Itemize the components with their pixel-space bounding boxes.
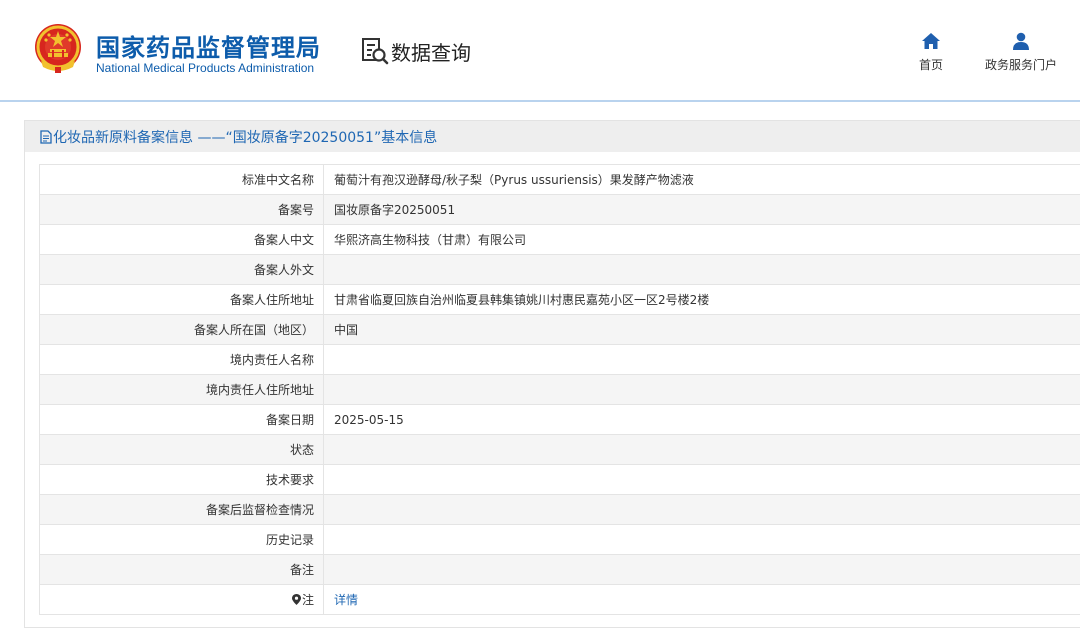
data-search-icon (362, 38, 389, 65)
note-value-cell: 详情 (323, 584, 1080, 615)
table-row: 境内责任人名称 (39, 344, 1080, 375)
row-value: 2025-05-15 (323, 404, 1080, 435)
national-emblem-icon (35, 24, 81, 73)
home-icon (922, 33, 940, 49)
document-icon (40, 130, 52, 144)
table-row: 备案人住所地址 甘肃省临夏回族自治州临夏县韩集镇姚川村惠民嘉苑小区一区2号楼2楼 (39, 284, 1080, 315)
nav-home-label: 首页 (918, 58, 943, 72)
site-header: 国家药品监督管理局 National Medical Products Admi… (0, 0, 1080, 102)
note-row: 注 详情 (39, 584, 1080, 615)
data-query-heading: 数据查询 (361, 36, 471, 66)
row-value: 华熙济高生物科技（甘肃）有限公司 (323, 224, 1080, 255)
user-icon (1013, 32, 1029, 50)
row-value: 葡萄汁有孢汉逊酵母/秋子梨（Pyrus ussuriensis）果发酵产物滤液 (323, 164, 1080, 195)
row-value (323, 374, 1080, 405)
row-value: 甘肃省临夏回族自治州临夏县韩集镇姚川村惠民嘉苑小区一区2号楼2楼 (323, 284, 1080, 315)
nav-portal-label: 政务服务门户 (984, 58, 1057, 72)
row-value: 国妆原备字20250051 (323, 194, 1080, 225)
table-row: 备案人所在国（地区） 中国 (39, 314, 1080, 345)
row-label: 标准中文名称 (39, 164, 324, 195)
nav-home[interactable]: 首页 (911, 32, 951, 73)
note-label-cell: 注 (39, 584, 324, 615)
agency-name-cn: 国家药品监督管理局 (96, 34, 321, 62)
agency-name-en: National Medical Products Administration (96, 61, 315, 75)
table-row: 备案人中文 华熙济高生物科技（甘肃）有限公司 (39, 224, 1080, 255)
row-value (323, 524, 1080, 555)
record-info-panel: 化妆品新原料备案信息 ——“国妆原备字20250051”基本信息 标准中文名称葡… (24, 120, 1080, 628)
row-label: 备案人住所地址 (39, 284, 324, 315)
panel-header: 化妆品新原料备案信息 ——“国妆原备字20250051”基本信息 (25, 121, 1080, 152)
data-query-title: 数据查询 (391, 40, 471, 65)
row-label: 备案后监督检查情况 (39, 494, 324, 525)
details-link[interactable]: 详情 (334, 593, 358, 607)
row-label: 境内责任人名称 (39, 344, 324, 375)
table-row: 备案人外文 (39, 254, 1080, 285)
row-label: 备案号 (39, 194, 324, 225)
table-row: 境内责任人住所地址 (39, 374, 1080, 405)
row-value (323, 254, 1080, 285)
row-value (323, 434, 1080, 465)
row-label: 备案人所在国（地区） (39, 314, 324, 345)
table-row: 状态 (39, 434, 1080, 465)
row-label: 历史记录 (39, 524, 324, 555)
record-info-table: 标准中文名称 葡萄汁有孢汉逊酵母/秋子梨（Pyrus ussuriensis）果发… (39, 164, 1080, 615)
panel-title-text: 化妆品新原料备案信息 ——“国妆原备字20250051”基本信息 (53, 130, 438, 146)
note-label: 注 (301, 593, 314, 607)
nav-gov-service-portal[interactable]: 政务服务门户 (978, 32, 1064, 73)
row-label: 备案人外文 (39, 254, 324, 285)
row-value (323, 494, 1080, 525)
row-value (323, 344, 1080, 375)
row-label: 状态 (39, 434, 324, 465)
table-row: 技术要求 (39, 464, 1080, 495)
table-row: 备案日期 2025-05-15 (39, 404, 1080, 435)
row-label: 技术要求 (39, 464, 324, 495)
table-row: 备案后监督检查情况 (39, 494, 1080, 525)
row-label: 备案日期 (39, 404, 324, 435)
panel-title: 化妆品新原料备案信息 ——“国妆原备字20250051”基本信息 (40, 127, 437, 147)
row-label: 境内责任人住所地址 (39, 374, 324, 405)
table-row: 标准中文名称 葡萄汁有孢汉逊酵母/秋子梨（Pyrus ussuriensis）果发… (39, 164, 1080, 195)
row-value (323, 464, 1080, 495)
row-value (323, 554, 1080, 585)
pin-icon (291, 594, 301, 605)
row-label: 备案人中文 (39, 224, 324, 255)
table-row: 备注 (39, 554, 1080, 585)
row-label: 备注 (39, 554, 324, 585)
row-value: 中国 (323, 314, 1080, 345)
table-row: 备案号 国妆原备字20250051 (39, 194, 1080, 225)
table-row: 历史记录 (39, 524, 1080, 555)
header-divider (0, 100, 1080, 102)
